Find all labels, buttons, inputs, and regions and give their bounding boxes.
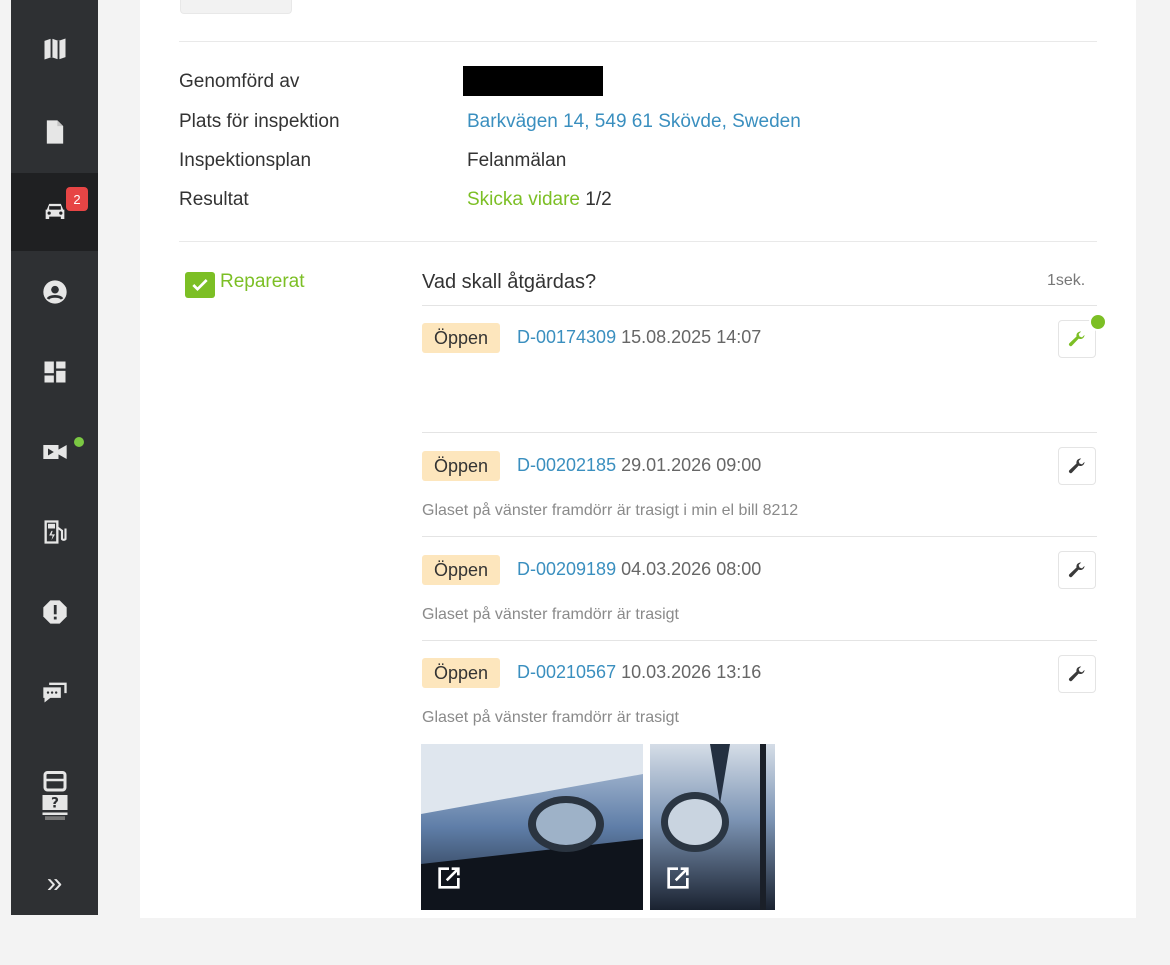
video-icon xyxy=(42,445,67,459)
completed-dot xyxy=(1089,313,1107,331)
divider xyxy=(422,432,1097,433)
ticket-link[interactable]: D-00209189 xyxy=(517,559,616,579)
divider xyxy=(422,536,1097,537)
sidebar-item-fuel[interactable] xyxy=(11,493,98,571)
user-icon xyxy=(42,280,67,304)
status-badge: Öppen xyxy=(422,658,501,688)
result-label: Resultat xyxy=(179,189,249,210)
sidebar-item-users[interactable] xyxy=(11,253,98,331)
plan-label: Inspektionsplan xyxy=(179,150,312,171)
ticket-datetime: 10.03.2026 13:16 xyxy=(621,662,762,682)
alert-icon xyxy=(42,600,67,624)
checkmark-icon xyxy=(192,279,208,292)
sidebar-item-documents[interactable] xyxy=(11,93,98,171)
document-icon xyxy=(46,120,63,144)
top-tab[interactable] xyxy=(180,0,292,14)
inspection-panel: Genomförd av Plats för inspektion Barkvä… xyxy=(140,0,1136,918)
wrench-icon xyxy=(1068,331,1085,347)
notification-badge: 2 xyxy=(66,187,88,211)
chat-icon xyxy=(42,682,67,703)
repaired-checkbox[interactable] xyxy=(185,272,215,298)
sidebar-item-help[interactable]: ? xyxy=(11,745,98,845)
sidebar-item-video[interactable] xyxy=(11,413,98,491)
status-badge: Öppen xyxy=(422,323,501,353)
divider xyxy=(422,640,1097,641)
repair-button[interactable] xyxy=(1058,655,1096,693)
photo-thumbnail[interactable] xyxy=(650,744,775,910)
ticket-link[interactable]: D-00202185 xyxy=(517,455,616,475)
divider xyxy=(179,41,1097,42)
car-icon xyxy=(45,203,64,219)
ticket-row: D-00202185 29.01.2026 09:00 xyxy=(517,455,761,476)
repair-button[interactable] xyxy=(1058,551,1096,589)
ticket-description: Glaset på vänster framdörr är trasigt i … xyxy=(422,502,799,519)
status-badge: Öppen xyxy=(422,555,501,585)
location-link[interactable]: Barkvägen 14, 549 61 Skövde, Sweden xyxy=(467,111,801,133)
sidebar-expand-button[interactable]: » xyxy=(11,850,98,915)
repair-button[interactable] xyxy=(1058,313,1107,358)
sidebar-item-vehicles[interactable]: 2 xyxy=(11,173,98,251)
location-label: Plats för inspektion xyxy=(179,111,340,132)
ticket-datetime: 04.03.2026 08:00 xyxy=(621,559,762,579)
ticket-row: D-00174309 15.08.2025 14:07 xyxy=(517,327,761,348)
fuel-icon xyxy=(44,520,67,544)
divider xyxy=(422,305,1097,306)
result-count: 1/2 xyxy=(585,189,612,210)
result-value: Skicka vidare 1/2 xyxy=(467,189,612,211)
open-external-icon[interactable] xyxy=(433,862,465,894)
repaired-label: Reparerat xyxy=(220,271,305,292)
photo-thumbnail[interactable] xyxy=(421,744,643,910)
help-icon: ? xyxy=(42,771,67,820)
open-external-icon[interactable] xyxy=(662,862,694,894)
ticket-datetime: 29.01.2026 09:00 xyxy=(621,455,762,475)
sidebar-item-dashboard[interactable] xyxy=(11,333,98,411)
ticket-row: D-00210567 10.03.2026 13:16 xyxy=(517,662,761,683)
redacted-name xyxy=(463,66,603,96)
performed-by-label: Genomförd av xyxy=(179,71,300,92)
ticket-link[interactable]: D-00210567 xyxy=(517,662,616,682)
ticket-description: Glaset på vänster framdörr är trasigt xyxy=(422,709,679,726)
result-status: Skicka vidare xyxy=(467,189,580,210)
sidebar-item-map[interactable] xyxy=(11,10,98,88)
sidebar-item-messages[interactable] xyxy=(11,653,98,731)
elapsed-time: 1sek. xyxy=(1047,272,1086,289)
sidebar-item-alerts[interactable] xyxy=(11,573,98,651)
divider xyxy=(179,241,1097,242)
status-dot xyxy=(74,437,84,447)
wrench-icon xyxy=(1068,562,1085,578)
dashboard-icon xyxy=(44,361,65,383)
question-title: Vad skall åtgärdas? xyxy=(422,271,597,293)
repair-button[interactable] xyxy=(1058,447,1096,485)
status-badge: Öppen xyxy=(422,451,501,481)
sidebar: 2 ? » xyxy=(11,0,98,915)
wrench-icon xyxy=(1068,666,1085,682)
wrench-icon xyxy=(1068,458,1085,474)
ticket-row: D-00209189 04.03.2026 08:00 xyxy=(517,559,761,580)
map-icon xyxy=(44,38,65,60)
ticket-datetime: 15.08.2025 14:07 xyxy=(621,327,762,347)
svg-text:?: ? xyxy=(51,796,59,812)
ticket-link[interactable]: D-00174309 xyxy=(517,327,616,347)
ticket-description: Glaset på vänster framdörr är trasigt xyxy=(422,606,679,623)
plan-value: Felanmälan xyxy=(467,150,567,171)
